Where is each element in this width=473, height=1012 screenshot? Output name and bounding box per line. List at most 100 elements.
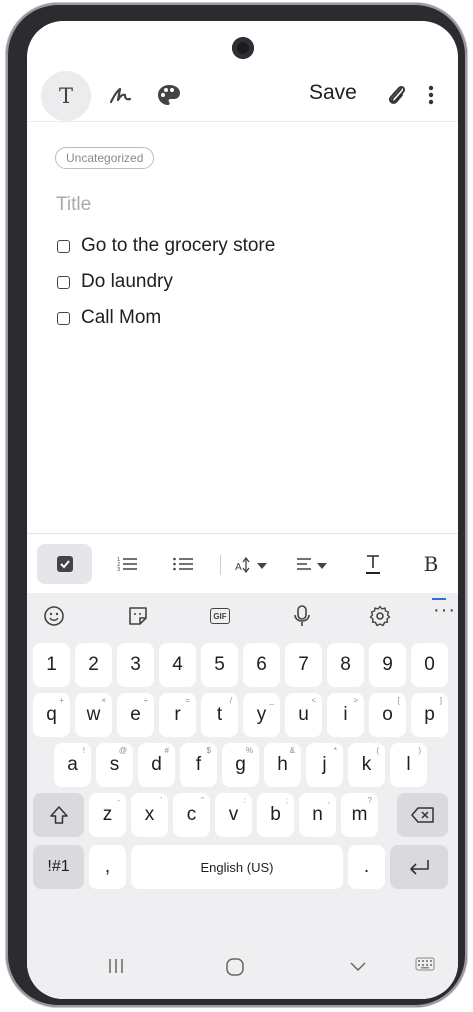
key-m[interactable]: m?: [341, 793, 378, 837]
front-camera: [232, 37, 254, 59]
key-s[interactable]: s @: [96, 743, 133, 787]
symbols-key[interactable]: !#1: [33, 845, 84, 889]
key-e[interactable]: e ÷: [117, 693, 154, 737]
keyboard-switch-icon[interactable]: [415, 957, 435, 971]
key-x[interactable]: x ': [131, 793, 168, 837]
checklist-item[interactable]: Call Mom: [57, 307, 161, 329]
key-label: d: [151, 754, 162, 775]
font-size-icon[interactable]: A: [231, 544, 279, 584]
checklist-item-text[interactable]: Call Mom: [81, 307, 161, 329]
key-l[interactable]: l): [390, 743, 427, 787]
shift-key[interactable]: [33, 793, 84, 837]
hide-keyboard-icon[interactable]: [349, 957, 367, 975]
checkbox[interactable]: [57, 275, 70, 289]
comma-key[interactable]: ,: [89, 845, 126, 889]
toolbar-divider: [27, 121, 458, 122]
checkbox[interactable]: [57, 311, 70, 325]
key-r[interactable]: r =: [159, 693, 196, 737]
key-q[interactable]: q +: [33, 693, 70, 737]
recent-apps-icon[interactable]: [107, 957, 125, 975]
key-5[interactable]: 5: [201, 643, 238, 687]
numbered-list-icon[interactable]: 123: [107, 544, 147, 584]
key-label: p: [424, 704, 435, 725]
key-k[interactable]: k(: [348, 743, 385, 787]
bold-button[interactable]: B: [411, 544, 451, 584]
key-h[interactable]: h &: [264, 743, 301, 787]
key-f[interactable]: f $: [180, 743, 217, 787]
title-field[interactable]: Title: [56, 194, 91, 216]
key-a[interactable]: a!: [54, 743, 91, 787]
key-hint: ,: [327, 796, 330, 805]
settings-gear-icon[interactable]: [367, 603, 393, 629]
key-hint: !: [82, 746, 85, 755]
enter-key[interactable]: [390, 845, 448, 889]
key-label: n: [312, 804, 323, 825]
key-2[interactable]: 2: [75, 643, 112, 687]
key-3[interactable]: 3: [117, 643, 154, 687]
key-w[interactable]: w ×: [75, 693, 112, 737]
key-t[interactable]: t /: [201, 693, 238, 737]
key-0[interactable]: 0: [411, 643, 448, 687]
gif-button[interactable]: GIF: [207, 603, 233, 629]
key-p[interactable]: p]: [411, 693, 448, 737]
key-hint: @: [118, 746, 127, 755]
space-key[interactable]: English (US): [131, 845, 343, 889]
sticker-icon[interactable]: [125, 603, 151, 629]
palette-icon[interactable]: [157, 84, 181, 111]
emoji-icon[interactable]: [41, 603, 67, 629]
key-j[interactable]: j *: [306, 743, 343, 787]
key-hint: %: [245, 746, 253, 755]
checkbox[interactable]: [57, 239, 70, 253]
key-d[interactable]: d #: [138, 743, 175, 787]
key-g[interactable]: g%: [222, 743, 259, 787]
home-icon[interactable]: [225, 957, 245, 977]
key-hint: >: [353, 696, 358, 705]
checklist-item-text[interactable]: Do laundry: [81, 271, 173, 293]
key-i[interactable]: i >: [327, 693, 364, 737]
key-n[interactable]: n,: [299, 793, 336, 837]
period-key[interactable]: .: [348, 845, 385, 889]
key-c[interactable]: c ": [173, 793, 210, 837]
checklist-item-text[interactable]: Go to the grocery store: [81, 235, 275, 257]
microphone-icon[interactable]: [289, 603, 315, 629]
key-hint: [: [397, 696, 400, 705]
text-color-icon[interactable]: [353, 544, 393, 584]
backspace-key[interactable]: [397, 793, 448, 837]
key-label: i: [343, 704, 348, 725]
keyboard-more-button[interactable]: ···: [433, 599, 456, 622]
backspace-icon: [410, 807, 434, 823]
key-1[interactable]: 1: [33, 643, 70, 687]
checklist-item[interactable]: Do laundry: [57, 271, 173, 293]
bulleted-list-icon[interactable]: [163, 544, 203, 584]
key-hint: ÷: [143, 696, 148, 705]
key-o[interactable]: o[: [369, 693, 406, 737]
key-z[interactable]: z-: [89, 793, 126, 837]
key-6[interactable]: 6: [243, 643, 280, 687]
key-hint: ?: [367, 796, 372, 805]
key-9[interactable]: 9: [369, 643, 406, 687]
key-label: r: [174, 704, 181, 725]
key-label: u: [298, 704, 309, 725]
key-v[interactable]: v:: [215, 793, 252, 837]
key-b[interactable]: b;: [257, 793, 294, 837]
more-options-icon[interactable]: [427, 83, 435, 112]
key-4[interactable]: 4: [159, 643, 196, 687]
key-label: c: [186, 804, 197, 825]
key-label: q: [46, 704, 57, 725]
text-align-icon[interactable]: [291, 544, 339, 584]
key-7[interactable]: 7: [285, 643, 322, 687]
attachment-icon[interactable]: [387, 84, 407, 111]
save-button[interactable]: Save: [309, 81, 357, 105]
pen-icon[interactable]: [109, 85, 133, 110]
text-mode-button[interactable]: T: [41, 71, 91, 121]
key-y[interactable]: y _: [243, 693, 280, 737]
navigation-bar: [27, 939, 458, 999]
category-chip[interactable]: Uncategorized: [55, 147, 155, 169]
key-u[interactable]: u <: [285, 693, 322, 737]
checklist-item[interactable]: Go to the grocery store: [57, 235, 275, 257]
key-label: j: [322, 754, 327, 775]
key-hint: ×: [101, 696, 106, 705]
key-8[interactable]: 8: [327, 643, 364, 687]
key-label: f: [195, 754, 202, 775]
checklist-format-button[interactable]: [37, 544, 92, 584]
